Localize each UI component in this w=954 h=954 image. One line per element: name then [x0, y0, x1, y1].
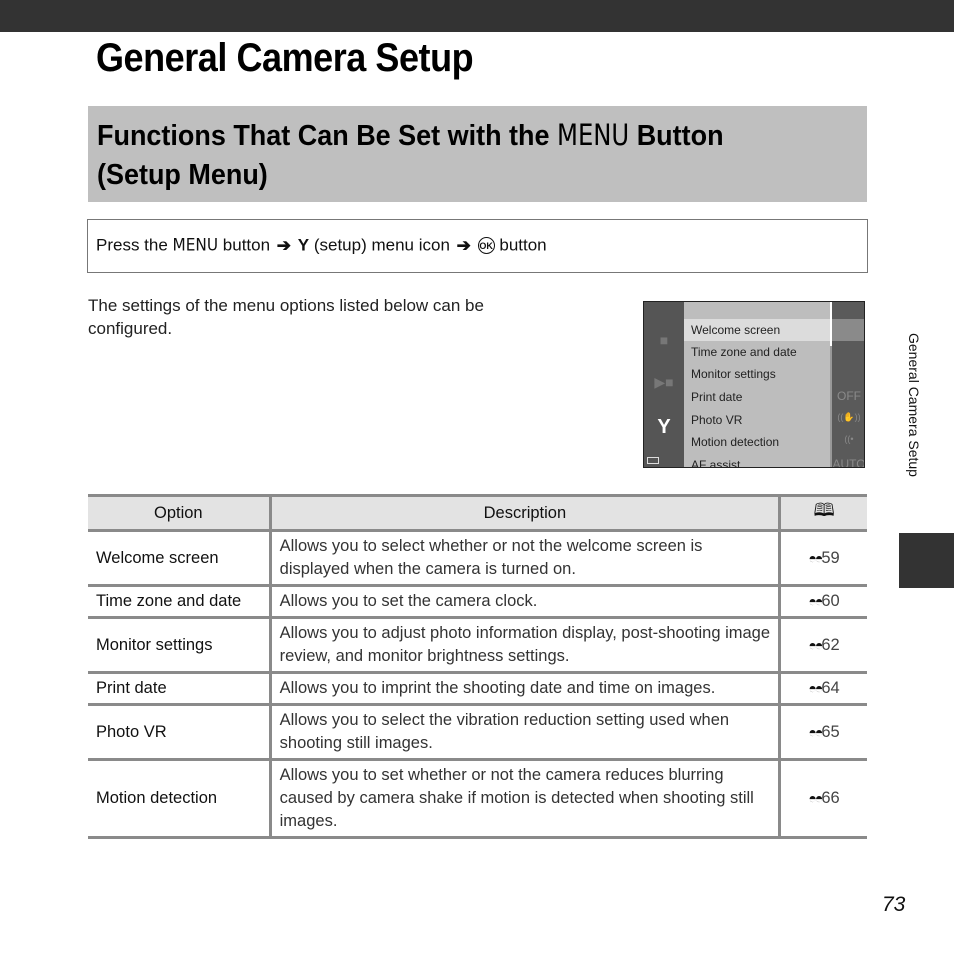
page-ref-cell: ◓◓60 — [779, 584, 867, 619]
page-title: General Camera Setup — [96, 36, 474, 80]
page-ref-number: 66 — [821, 789, 840, 807]
section-title-part2: Button — [629, 120, 724, 152]
binoculars-icon: ◓◓ — [808, 723, 823, 740]
option-cell: Motion detection — [88, 758, 271, 839]
camera-menu-item: Photo VR — [691, 413, 743, 427]
page-number: 73 — [882, 893, 906, 916]
camera-menu-item: Print date — [691, 390, 743, 404]
wrench-icon: Y — [297, 235, 310, 255]
wrench-icon: Y — [657, 416, 671, 438]
description-cell: Allows you to set the camera clock. — [268, 584, 782, 619]
intro-text: The settings of the menu options listed … — [88, 296, 484, 338]
af-assist-value: AUTO — [832, 457, 865, 468]
selection-highlight — [832, 319, 864, 341]
description-cell: Allows you to set whether or not the cam… — [268, 758, 782, 839]
page-ref-number: 65 — [821, 722, 840, 741]
motion-detection-icon: ((• — [844, 434, 854, 444]
print-date-value: OFF — [837, 389, 861, 403]
scrollbar-track — [830, 346, 832, 467]
camera-screen-illustration: ■ ▶■ Y Welcome screen Time zone and date… — [643, 301, 865, 468]
table-row: Monitor settings Allows you to adjust pho… — [88, 616, 867, 674]
table-row: Print date Allows you to imprint the shoo… — [88, 671, 867, 706]
camera-menu-item: Monitor settings — [691, 367, 776, 381]
arrow-right-icon: ➔ — [456, 235, 471, 255]
option-cell: Photo VR — [88, 703, 271, 761]
binoculars-icon: ◓◓ — [808, 790, 823, 806]
table-header-row: Option Description 🕮 — [88, 494, 867, 532]
table-row: Photo VR Allows you to select the vibrati… — [88, 703, 867, 761]
side-section-label: General Camera Setup — [906, 333, 922, 477]
battery-icon — [647, 457, 659, 464]
table-row: Motion detection Allows you to set whethe… — [88, 758, 867, 839]
setup-menu-text: (setup) menu icon — [313, 235, 450, 255]
option-cell: Monitor settings — [88, 616, 271, 674]
camera-icon: ■ — [659, 332, 669, 348]
movie-camera-icon: ▶■ — [654, 374, 674, 390]
description-cell: Allows you to select whether or not the … — [268, 529, 782, 587]
description-cell: Allows you to adjust photo information d… — [268, 616, 782, 674]
photo-vr-icon: ((✋)) — [837, 412, 861, 422]
press-the-text: Press the — [96, 235, 168, 255]
page-ref-cell: ◓◓64 — [779, 671, 867, 706]
menu-button-glyph: MENU — [557, 118, 630, 152]
header-description: Description — [268, 494, 782, 532]
binoculars-icon: ◓◓ — [808, 636, 823, 653]
setup-options-table: Option Description 🕮 Welcome screen Allow… — [88, 494, 867, 839]
book-icon: 🕮 — [813, 500, 835, 520]
button-text: button — [222, 235, 271, 255]
camera-menu-item: Motion detection — [691, 435, 780, 449]
page-ref-cell: ◓◓59 — [779, 529, 867, 587]
header-page-ref: 🕮 — [779, 494, 867, 532]
option-cell: Time zone and date — [88, 584, 271, 619]
table-row: Welcome screen Allows you to select wheth… — [88, 529, 867, 587]
page-ref-cell: ◓◓66 — [779, 758, 867, 839]
section-title: Functions That Can Be Set with the MENU … — [97, 116, 822, 195]
page-ref-cell: ◓◓65 — [779, 703, 867, 761]
navigation-instructions: Press the MENU button ➔ Y (setup) menu i… — [87, 219, 868, 273]
binoculars-icon: ◓◓ — [808, 680, 823, 696]
camera-menu-item: Welcome screen — [684, 319, 830, 341]
page-ref-number: 62 — [821, 635, 840, 654]
page-ref-number: 60 — [821, 592, 840, 610]
camera-menu-item: AF assist — [691, 458, 741, 468]
section-title-part1: Functions That Can Be Set with the — [97, 120, 558, 152]
description-cell: Allows you to imprint the shooting date … — [268, 671, 782, 706]
side-section-tab — [899, 533, 954, 588]
page-ref-cell: ◓◓62 — [779, 616, 867, 674]
camera-menu-item: Time zone and date — [691, 345, 797, 359]
ok-button-icon: OK — [477, 237, 495, 255]
top-bar — [0, 0, 954, 32]
option-cell: Print date — [88, 671, 271, 706]
page-ref-number: 64 — [821, 679, 840, 697]
binoculars-icon: ◓◓ — [808, 549, 823, 566]
table-row: Time zone and date Allows you to set the … — [88, 584, 867, 619]
option-cell: Welcome screen — [88, 529, 271, 587]
section-header: Functions That Can Be Set with the MENU … — [88, 106, 867, 202]
binoculars-icon: ◓◓ — [808, 593, 823, 609]
menu-button-icon: MENU — [172, 235, 219, 256]
page-ref-number: 59 — [821, 548, 840, 567]
button-text-2: button — [499, 235, 547, 255]
arrow-right-icon: ➔ — [276, 235, 292, 255]
section-title-line2: (Setup Menu) — [97, 159, 268, 191]
description-cell: Allows you to select the vibration reduc… — [268, 703, 782, 761]
header-option: Option — [88, 494, 271, 532]
navigation-text: Press the MENU button ➔ Y (setup) menu i… — [96, 235, 547, 256]
